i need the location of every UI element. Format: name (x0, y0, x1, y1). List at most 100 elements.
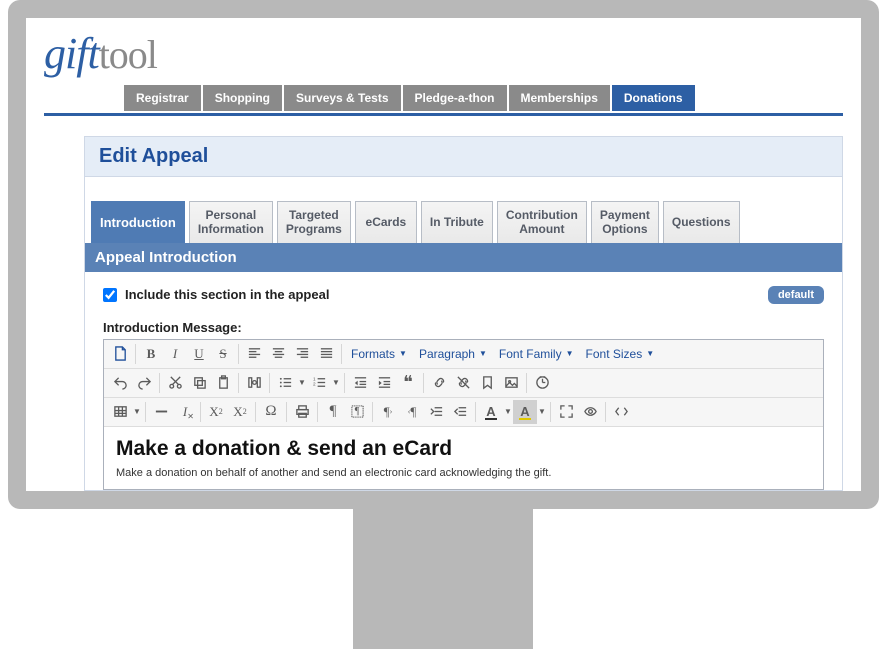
panel-title: Edit Appeal (85, 137, 842, 177)
paragraph-dropdown[interactable]: Paragraph▼ (413, 344, 493, 364)
logo-right: tool (99, 32, 157, 77)
copy-icon[interactable] (187, 371, 211, 395)
section-header: Appeal Introduction (85, 243, 842, 272)
align-left-icon[interactable] (242, 342, 266, 366)
include-section-label: Include this section in the appeal (125, 287, 329, 302)
nav-donations[interactable]: Donations (612, 85, 695, 111)
font-sizes-dropdown[interactable]: Font Sizes▼ (580, 344, 661, 364)
separator (255, 402, 256, 422)
separator (145, 402, 146, 422)
tab-personal-information[interactable]: Personal Information (189, 201, 273, 243)
editor-heading: Make a donation & send an eCard (116, 437, 811, 461)
font-family-dropdown[interactable]: Font Family▼ (493, 344, 580, 364)
image-icon[interactable] (499, 371, 523, 395)
toolbar-row-3: ▼ I✕ X2 X2 Ω ¶ (104, 398, 823, 427)
bullet-list-caret[interactable]: ▼ (297, 371, 307, 395)
link-icon[interactable] (427, 371, 451, 395)
nav-divider (44, 113, 843, 116)
caret-down-icon: ▼ (399, 349, 407, 358)
blockquote-icon[interactable]: ❝ (396, 371, 420, 395)
text-color-caret[interactable]: ▼ (503, 400, 513, 424)
align-right-icon[interactable] (290, 342, 314, 366)
separator (317, 402, 318, 422)
editor-body: Make a donation on behalf of another and… (116, 467, 811, 479)
separator (200, 402, 201, 422)
tab-in-tribute[interactable]: In Tribute (421, 201, 493, 243)
fullscreen-icon[interactable] (554, 400, 578, 424)
edit-appeal-panel: Edit Appeal Introduction Personal Inform… (84, 136, 843, 491)
print-icon[interactable] (290, 400, 314, 424)
separator (526, 373, 527, 393)
clear-formatting-icon[interactable]: I✕ (173, 400, 197, 424)
new-document-icon[interactable] (108, 342, 132, 366)
rich-text-editor: B I U S Formats▼ Paragraph▼ (103, 339, 824, 490)
separator (344, 373, 345, 393)
subscript-icon[interactable]: X2 (204, 400, 228, 424)
nav-memberships[interactable]: Memberships (509, 85, 610, 111)
caret-down-icon: ▼ (479, 349, 487, 358)
svg-text:2: 2 (312, 382, 315, 387)
indent-icon[interactable] (372, 371, 396, 395)
paste-icon[interactable] (211, 371, 235, 395)
numbered-list-icon[interactable]: 12 (307, 371, 331, 395)
unlink-icon[interactable] (451, 371, 475, 395)
include-section-checkbox[interactable] (103, 288, 117, 302)
nav-registrar[interactable]: Registrar (124, 85, 201, 111)
source-code-icon[interactable] (609, 400, 633, 424)
align-justify-icon[interactable] (314, 342, 338, 366)
increase-indent-icon[interactable] (424, 400, 448, 424)
bullet-list-icon[interactable] (273, 371, 297, 395)
insert-datetime-icon[interactable] (530, 371, 554, 395)
undo-icon[interactable] (108, 371, 132, 395)
table-icon[interactable] (108, 400, 132, 424)
special-character-icon[interactable]: Ω (259, 400, 283, 424)
nav-surveys-tests[interactable]: Surveys & Tests (284, 85, 401, 111)
caret-down-icon: ▼ (566, 349, 574, 358)
include-section-row[interactable]: Include this section in the appeal (103, 287, 329, 302)
show-invisible-icon[interactable]: ¶ (321, 400, 345, 424)
strikethrough-icon[interactable]: S (211, 342, 235, 366)
separator (550, 402, 551, 422)
default-button[interactable]: default (768, 286, 824, 304)
find-replace-icon[interactable] (242, 371, 266, 395)
tab-ecards[interactable]: eCards (355, 201, 417, 243)
redo-icon[interactable] (132, 371, 156, 395)
outdent-icon[interactable] (348, 371, 372, 395)
tab-payment-options[interactable]: Payment Options (591, 201, 659, 243)
horizontal-rule-icon[interactable] (149, 400, 173, 424)
appeal-tabs: Introduction Personal Information Target… (85, 177, 842, 243)
anchor-icon[interactable] (475, 371, 499, 395)
separator (286, 402, 287, 422)
table-caret[interactable]: ▼ (132, 400, 142, 424)
app-logo: gifttool (44, 28, 843, 79)
background-color-icon[interactable]: A (513, 400, 537, 424)
tab-questions[interactable]: Questions (663, 201, 740, 243)
cut-icon[interactable] (163, 371, 187, 395)
bold-icon[interactable]: B (139, 342, 163, 366)
italic-icon[interactable]: I (163, 342, 187, 366)
ltr-icon[interactable]: ¶› (376, 400, 400, 424)
nav-shopping[interactable]: Shopping (203, 85, 282, 111)
underline-icon[interactable]: U (187, 342, 211, 366)
editor-content-area[interactable]: Make a donation & send an eCard Make a d… (104, 427, 823, 489)
formats-dropdown[interactable]: Formats▼ (345, 344, 413, 364)
rtl-icon[interactable]: ‹¶ (400, 400, 424, 424)
tab-contribution-amount[interactable]: Contribution Amount (497, 201, 587, 243)
separator (238, 373, 239, 393)
show-blocks-icon[interactable]: ¶ (345, 400, 369, 424)
align-center-icon[interactable] (266, 342, 290, 366)
background-color-caret[interactable]: ▼ (537, 400, 547, 424)
tab-targeted-programs[interactable]: Targeted Programs (277, 201, 351, 243)
toolbar-row-2: ▼ 12 ▼ ❝ (104, 369, 823, 398)
decrease-indent-icon[interactable] (448, 400, 472, 424)
separator (605, 402, 606, 422)
tab-introduction[interactable]: Introduction (91, 201, 185, 243)
nav-pledge-a-thon[interactable]: Pledge-a-thon (403, 85, 507, 111)
numbered-list-caret[interactable]: ▼ (331, 371, 341, 395)
superscript-icon[interactable]: X2 (228, 400, 252, 424)
preview-icon[interactable] (578, 400, 602, 424)
separator (372, 402, 373, 422)
text-color-icon[interactable]: A (479, 400, 503, 424)
top-nav: Registrar Shopping Surveys & Tests Pledg… (124, 85, 843, 111)
separator (159, 373, 160, 393)
